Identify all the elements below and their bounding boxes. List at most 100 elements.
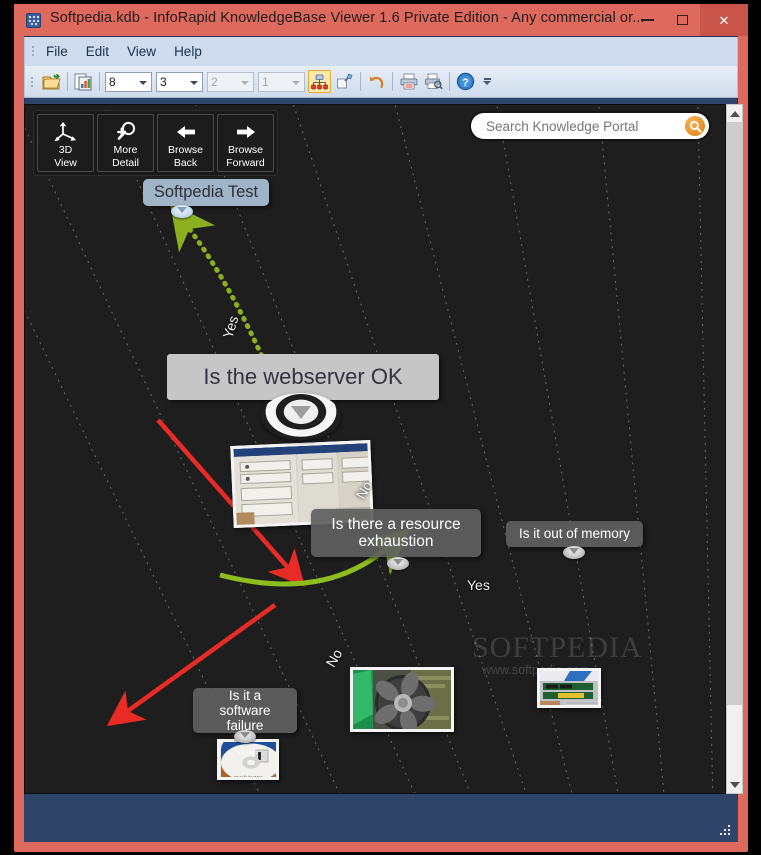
magnifier-plus-icon bbox=[114, 120, 138, 144]
menu-item-edit[interactable]: Edit bbox=[77, 41, 118, 62]
print-search-icon bbox=[424, 73, 443, 90]
menu-bar: File Edit View Help bbox=[24, 37, 738, 66]
node-knob-resource-exhaustion[interactable] bbox=[387, 557, 409, 570]
focus-target-ring[interactable] bbox=[261, 393, 341, 440]
scroll-down-button[interactable] bbox=[727, 776, 742, 793]
more-detail-button[interactable]: More Detail bbox=[97, 114, 154, 172]
chevron-down-icon bbox=[190, 80, 198, 85]
chevron-down-icon bbox=[569, 548, 579, 554]
menu-item-view[interactable]: View bbox=[118, 41, 165, 62]
option-combo-2-value: 1 bbox=[262, 74, 269, 89]
report-button[interactable] bbox=[72, 70, 95, 93]
three-d-axes-icon bbox=[53, 120, 78, 144]
scrollbar-thumb[interactable] bbox=[727, 122, 742, 705]
more-detail-label-1: More bbox=[113, 144, 138, 156]
chart-page-icon bbox=[74, 73, 92, 90]
thumbnail-cd[interactable]: InfoRapid KnowledgeMap bbox=[217, 739, 279, 780]
open-file-button[interactable] bbox=[40, 70, 63, 93]
print-button[interactable] bbox=[397, 70, 420, 93]
depth-combo-value: 3 bbox=[160, 74, 167, 89]
scroll-up-button[interactable] bbox=[727, 105, 742, 122]
chevron-down-icon bbox=[177, 207, 187, 213]
toolbar-grip-icon[interactable] bbox=[29, 74, 36, 90]
toolbar-overflow-button[interactable] bbox=[482, 72, 492, 92]
title-bar[interactable]: Softpedia.kdb - InfoRapid KnowledgeBase … bbox=[14, 4, 748, 36]
window-controls: ✕ bbox=[630, 4, 748, 36]
open-folder-icon bbox=[42, 73, 61, 89]
node-softpedia-test[interactable]: Softpedia Test bbox=[143, 179, 269, 206]
node-label: Is there a resource exhaustion bbox=[331, 515, 461, 550]
node-is-it-a-software-failure[interactable]: Is it a software failure bbox=[193, 688, 297, 733]
chevron-down-icon bbox=[240, 732, 250, 738]
network-tree-icon bbox=[311, 74, 328, 89]
undo-button[interactable] bbox=[365, 70, 388, 93]
svg-text:?: ? bbox=[462, 77, 469, 89]
menu-item-help[interactable]: Help bbox=[165, 41, 211, 62]
help-button[interactable]: ? bbox=[454, 70, 477, 93]
chevron-down-icon bbox=[241, 80, 249, 85]
chevron-down-icon bbox=[292, 80, 300, 85]
arrow-left-icon bbox=[174, 120, 198, 144]
node-knob-software-failure[interactable] bbox=[234, 730, 256, 743]
toolbar-separator bbox=[360, 72, 361, 91]
browse-forward-label-2: Forward bbox=[226, 156, 265, 169]
resize-grip[interactable] bbox=[719, 825, 731, 837]
menu-item-file[interactable]: File bbox=[37, 41, 77, 62]
pin-button[interactable] bbox=[333, 70, 356, 93]
edge-label-yes-memory: Yes bbox=[467, 577, 490, 593]
node-label: Is the webserver OK bbox=[203, 363, 403, 389]
print-icon bbox=[400, 73, 417, 90]
node-label: Is it a software failure bbox=[219, 687, 271, 734]
vertical-scrollbar[interactable] bbox=[726, 104, 743, 794]
toolbar-separator bbox=[449, 72, 450, 91]
tree-layout-button[interactable] bbox=[308, 70, 331, 93]
svg-text:InfoRapid: InfoRapid bbox=[238, 750, 257, 755]
more-detail-label-2: Detail bbox=[112, 156, 139, 169]
browse-forward-label-1: Browse bbox=[227, 144, 263, 156]
levels-combo-value: 8 bbox=[109, 74, 116, 89]
toolbar-separator bbox=[67, 72, 68, 91]
option-combo-1-value: 2 bbox=[211, 74, 218, 89]
browse-back-label-2: Back bbox=[173, 156, 198, 169]
svg-text:KnowledgeMap: KnowledgeMap bbox=[234, 775, 264, 780]
undo-icon bbox=[369, 76, 383, 89]
status-bar bbox=[24, 800, 738, 842]
node-label: Is it out of memory bbox=[518, 526, 631, 542]
app-icon bbox=[26, 13, 41, 28]
search-input[interactable] bbox=[484, 117, 674, 135]
option-combo-2: 1 bbox=[258, 71, 305, 92]
minimize-button[interactable] bbox=[630, 4, 665, 36]
chevron-down-icon bbox=[139, 80, 147, 85]
browse-back-label-1: Browse bbox=[167, 144, 203, 156]
pin-icon bbox=[337, 73, 353, 89]
chevron-up-icon bbox=[729, 110, 740, 117]
close-button[interactable]: ✕ bbox=[700, 4, 748, 36]
node-is-it-out-of-memory[interactable]: Is it out of memory bbox=[506, 521, 643, 547]
3d-view-button[interactable]: 3D View bbox=[37, 114, 94, 172]
menu-grip-icon[interactable] bbox=[29, 44, 37, 59]
node-knob-softpedia-test[interactable] bbox=[171, 205, 193, 218]
question-circle-icon: ? bbox=[456, 72, 475, 91]
thumbnail-cpu-fan[interactable] bbox=[350, 667, 454, 732]
toolbar-separator bbox=[392, 72, 393, 91]
print-preview-button[interactable] bbox=[422, 70, 445, 93]
maximize-button[interactable] bbox=[665, 4, 700, 36]
browse-back-button[interactable]: Browse Back bbox=[157, 114, 214, 172]
levels-combo[interactable]: 8 bbox=[105, 71, 152, 92]
depth-combo[interactable]: 3 bbox=[156, 71, 203, 92]
graph-canvas[interactable]: SOFTPEDIA www.softpedia.com InfoRapid Kn… bbox=[24, 104, 726, 794]
3d-view-label-1: 3D bbox=[58, 144, 73, 156]
option-combo-1: 2 bbox=[207, 71, 254, 92]
toolbar: 8 3 2 1 ? bbox=[24, 66, 738, 98]
3d-view-label-2: View bbox=[54, 156, 77, 169]
minimize-icon bbox=[641, 19, 654, 21]
chevron-down-icon bbox=[729, 781, 740, 788]
search-container[interactable] bbox=[471, 113, 709, 139]
browse-forward-button[interactable]: Browse Forward bbox=[217, 114, 274, 172]
view-tool-palette: 3D View More Detail Browse Back Browse F… bbox=[33, 110, 278, 176]
toolbar-separator bbox=[99, 72, 100, 91]
node-knob-out-of-memory[interactable] bbox=[563, 546, 585, 559]
search-icon[interactable] bbox=[685, 116, 705, 136]
thumbnail-memory[interactable] bbox=[537, 668, 601, 708]
node-is-there-a-resource-exhaustion[interactable]: Is there a resource exhaustion bbox=[311, 509, 481, 557]
